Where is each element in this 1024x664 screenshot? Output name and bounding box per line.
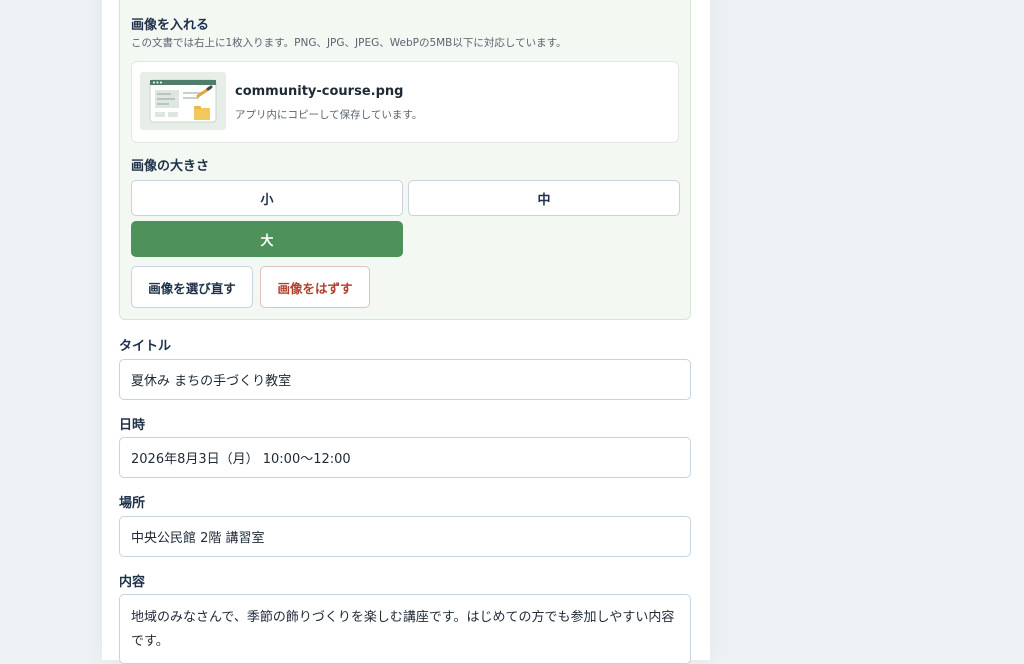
content-label: 内容 [119, 575, 146, 590]
course-thumbnail-illustration [140, 72, 226, 130]
image-section-note: この文書では右上に1枚入ります。PNG、JPG、JPEG、WebPの5MB以下に… [131, 37, 567, 49]
image-file-name: community-course.png [235, 84, 404, 99]
place-input[interactable]: 中央公民館 2階 講習室 [119, 516, 691, 557]
size-large-button[interactable]: 大 [131, 221, 403, 257]
size-medium-button[interactable]: 中 [408, 180, 680, 216]
image-file-note: アプリ内にコピーして保存しています。 [235, 109, 423, 121]
reselect-image-button[interactable]: 画像を選び直す [131, 266, 253, 308]
place-label: 場所 [119, 496, 146, 511]
title-input[interactable]: 夏休み まちの手づくり教室 [119, 359, 691, 400]
image-size-label: 画像の大きさ [131, 159, 210, 174]
datetime-input[interactable]: 2026年8月3日（月） 10:00〜12:00 [119, 437, 691, 478]
content-textarea[interactable]: 地域のみなさんで、季節の飾りづくりを楽しむ講座です。はじめての方でも参加しやすい… [119, 594, 691, 664]
remove-image-button[interactable]: 画像をはずす [260, 266, 370, 308]
size-small-button[interactable]: 小 [131, 180, 403, 216]
image-section-title: 画像を入れる [131, 18, 210, 33]
datetime-label: 日時 [119, 418, 146, 433]
image-thumbnail [140, 72, 226, 130]
title-label: タイトル [119, 339, 172, 354]
